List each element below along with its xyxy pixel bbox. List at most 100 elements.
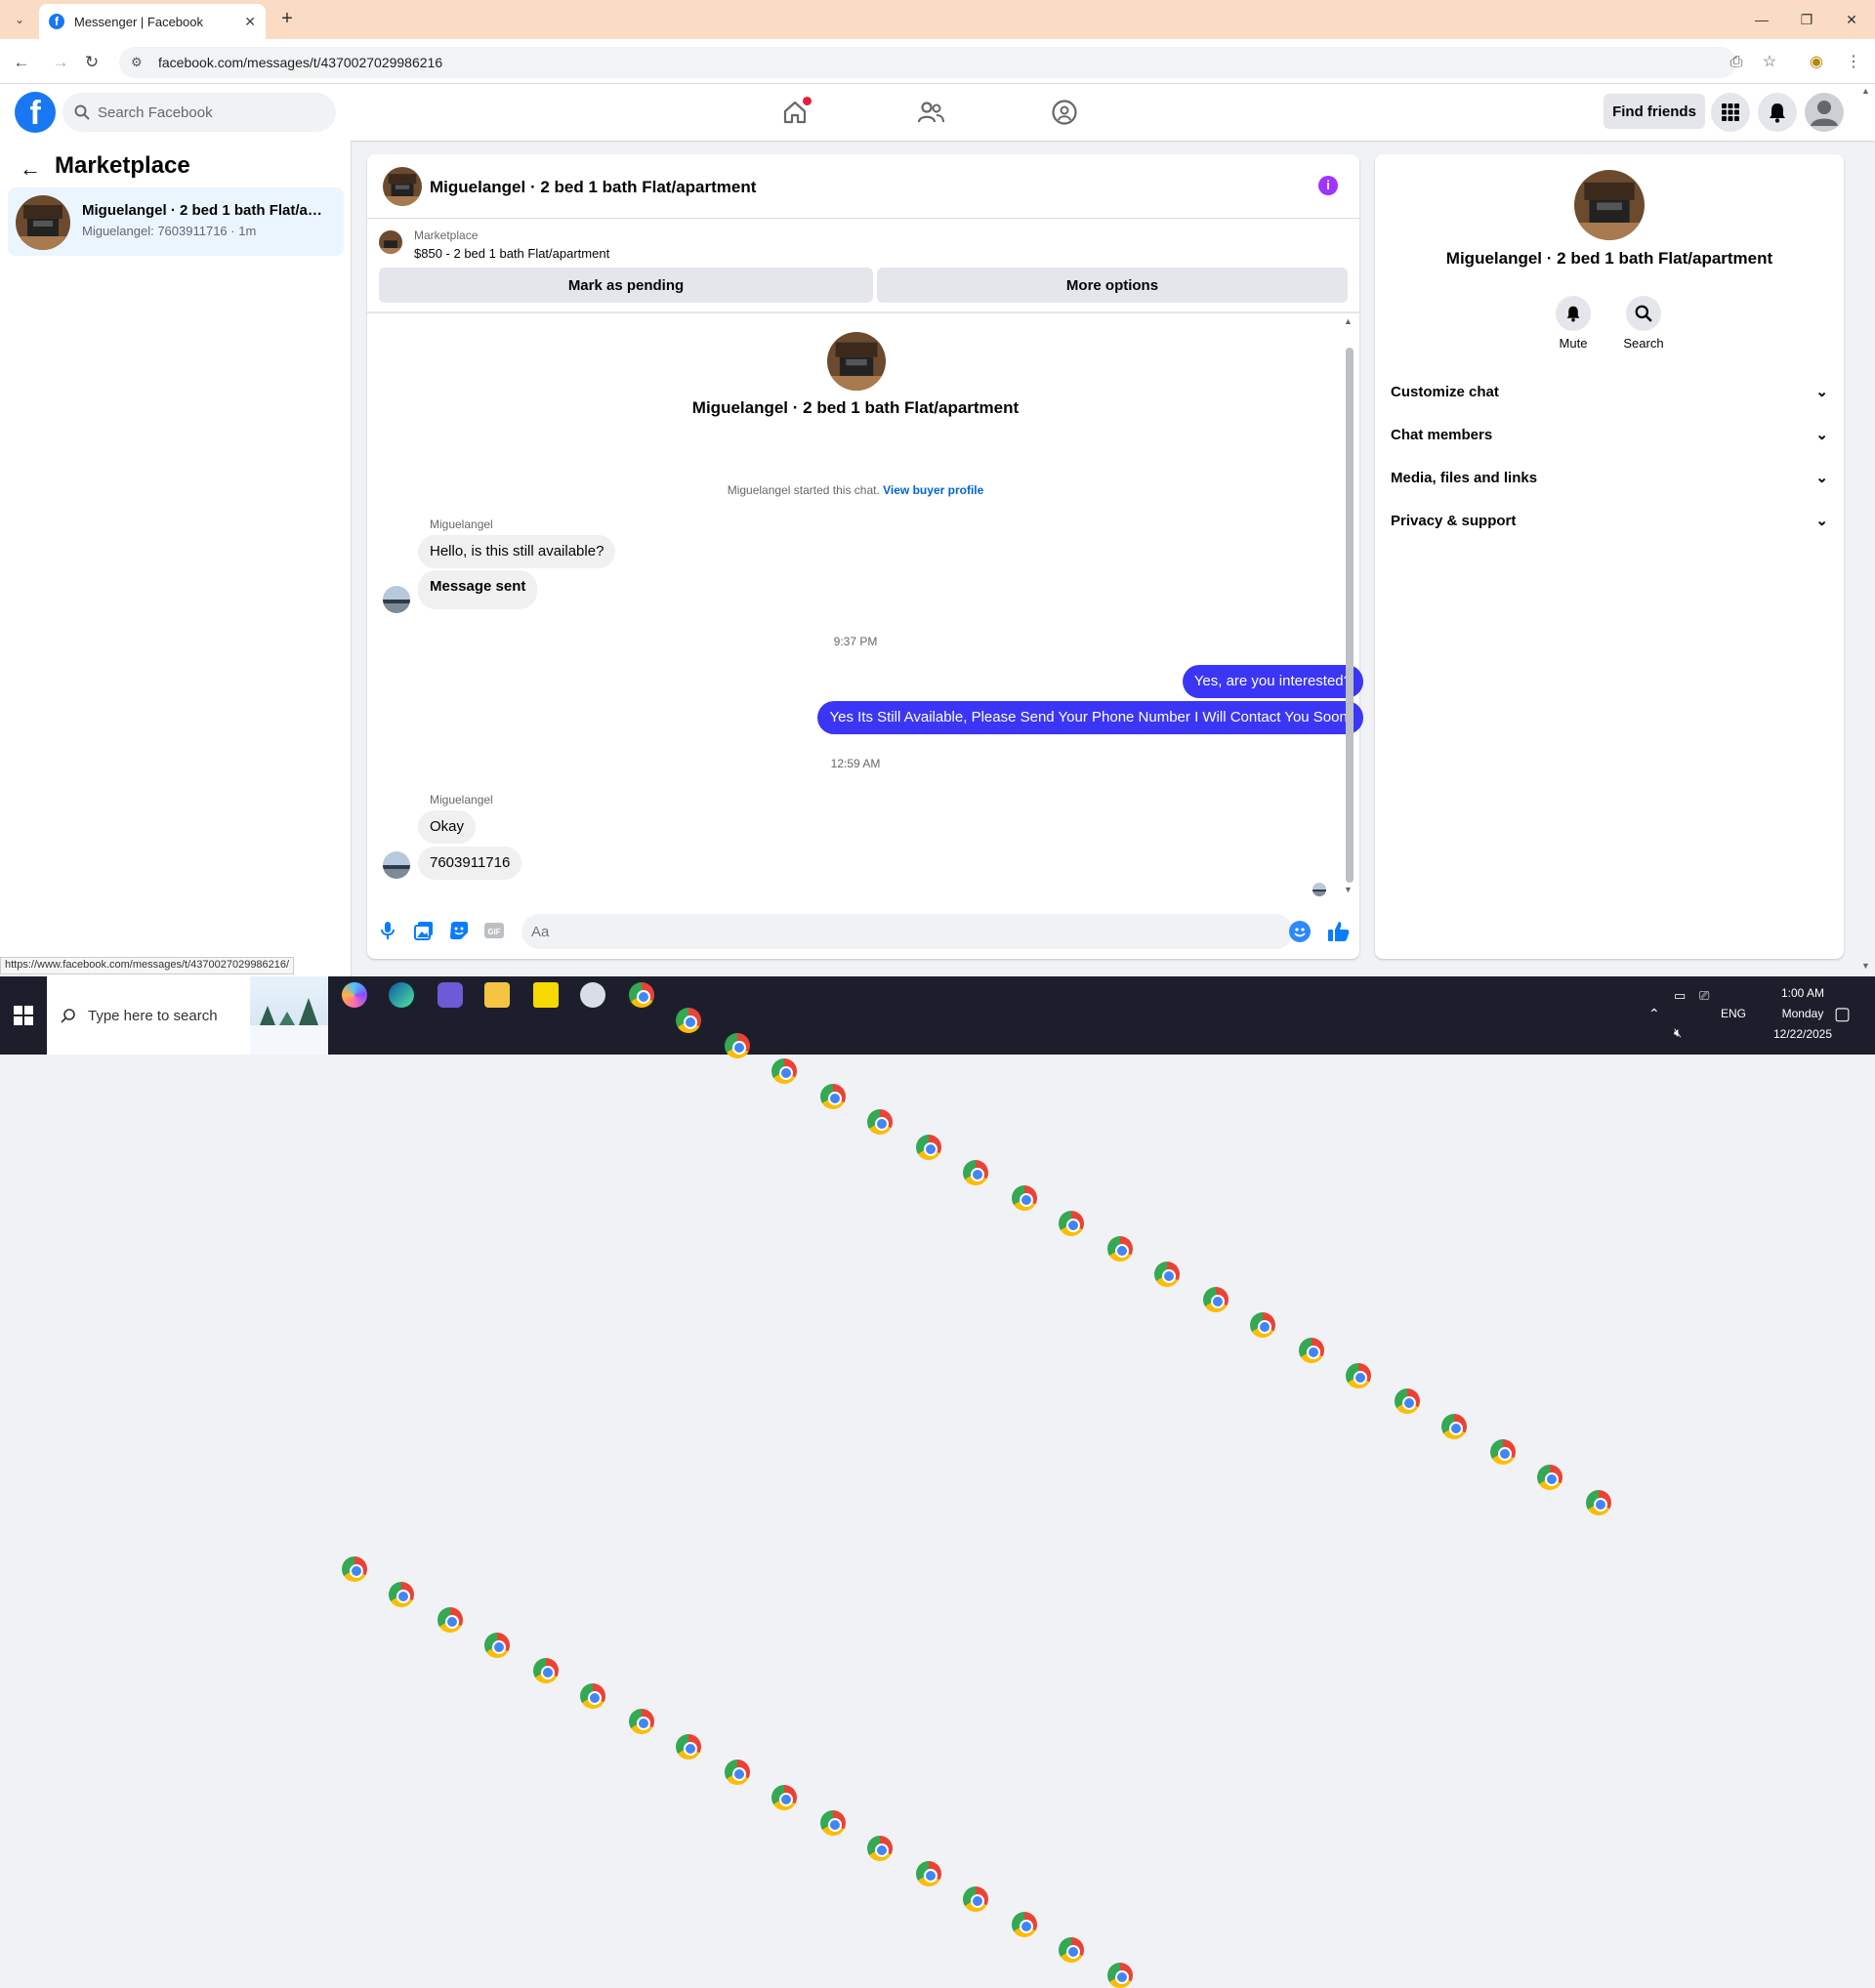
restore-icon[interactable]: ❐ [1785, 8, 1828, 31]
sticky-notes-icon[interactable] [533, 982, 559, 1008]
chrome-profile-icon[interactable] [1537, 1465, 1562, 1490]
clock-date[interactable]: 12/22/2025 [1764, 1027, 1842, 1041]
info-avatar[interactable] [1574, 170, 1645, 240]
chrome-profile-icon[interactable] [725, 1033, 750, 1058]
app-icon[interactable] [580, 982, 605, 1008]
media-files-links-section[interactable]: Media, files and links ⌄ [1391, 458, 1832, 497]
chrome-menu-icon[interactable]: ⋮ [1842, 51, 1865, 74]
app-icon[interactable] [438, 982, 463, 1008]
chrome-profile-icon[interactable] [1107, 1236, 1133, 1262]
bookmark-star-icon[interactable]: ☆ [1758, 51, 1781, 74]
clock-time[interactable]: 1:00 AM [1764, 986, 1842, 1000]
clock-day[interactable]: Monday [1764, 1007, 1842, 1020]
tab-search-chevron-icon[interactable]: ⌄ [10, 10, 29, 29]
menu-grid-icon[interactable] [1711, 93, 1750, 132]
chrome-profile-icon[interactable] [725, 1760, 750, 1785]
gif-icon[interactable]: GIF [483, 920, 505, 941]
chrome-profile-icon[interactable] [771, 1058, 797, 1084]
file-explorer-icon[interactable] [484, 982, 510, 1008]
chrome-profile-icon[interactable] [438, 1607, 463, 1633]
new-tab-icon[interactable]: + [275, 8, 299, 31]
chrome-profile-icon[interactable] [1395, 1388, 1420, 1414]
chrome-profile-icon[interactable] [1346, 1363, 1371, 1388]
chrome-profile-icon[interactable] [1154, 1262, 1180, 1287]
profile-icon[interactable]: ◉ [1805, 51, 1828, 74]
close-window-icon[interactable]: ✕ [1830, 8, 1873, 31]
back-arrow-icon[interactable]: ← [20, 156, 43, 181]
device-icon[interactable]: ⎚ [1699, 988, 1709, 1004]
chrome-profile-icon[interactable] [820, 1810, 846, 1836]
chrome-profile-icon[interactable] [389, 1582, 414, 1607]
chrome-profile-icon[interactable] [1012, 1185, 1037, 1211]
chrome-profile-icon[interactable] [533, 1658, 559, 1683]
chrome-profile-icon[interactable] [1299, 1338, 1324, 1363]
facebook-search-input[interactable]: Search Facebook [62, 93, 336, 132]
chrome-profile-icon[interactable] [484, 1633, 510, 1658]
browser-tab[interactable]: f Messenger | Facebook ✕ [39, 4, 266, 39]
sender-avatar[interactable] [383, 586, 410, 613]
info-icon[interactable]: i [1318, 176, 1338, 195]
sender-avatar[interactable] [383, 851, 410, 879]
input-language[interactable]: ENG [1721, 1007, 1746, 1020]
url-bar[interactable]: ⚙ facebook.com/messages/t/43700270299862… [119, 47, 1736, 78]
chrome-profile-icon[interactable] [580, 1683, 605, 1709]
incoming-message[interactable]: 7603911716 [418, 847, 522, 880]
page-scroll-up-icon[interactable]: ▲ [1861, 86, 1870, 96]
chrome-profile-icon[interactable] [1059, 1937, 1084, 1963]
chat-scrollbar[interactable] [1346, 348, 1354, 883]
sticker-icon[interactable] [448, 920, 470, 941]
chrome-profile-icon[interactable] [867, 1836, 893, 1861]
outgoing-message[interactable]: Yes Its Still Available, Please Send You… [817, 701, 1363, 734]
chrome-profile-icon[interactable] [629, 1709, 654, 1734]
customize-chat-section[interactable]: Customize chat ⌄ [1391, 372, 1832, 411]
outgoing-message[interactable]: Yes, are you interested? [1182, 665, 1363, 698]
chrome-profile-icon[interactable] [1441, 1414, 1467, 1439]
groups-icon[interactable] [1049, 98, 1080, 127]
chrome-profile-icon[interactable] [963, 1160, 988, 1185]
facebook-logo[interactable]: f [15, 92, 56, 133]
chrome-profile-icon[interactable] [1490, 1439, 1516, 1465]
scroll-down-arrow-icon[interactable]: ▼ [1344, 885, 1353, 894]
chrome-icon[interactable] [629, 982, 654, 1008]
reload-icon[interactable]: ↻ [80, 51, 104, 74]
taskbar-search[interactable]: Type here to search [47, 976, 328, 1055]
incoming-message[interactable]: Message sent [418, 570, 538, 609]
chat-header-avatar[interactable] [383, 167, 422, 206]
incoming-message[interactable]: Hello, is this still available? [418, 535, 616, 568]
chrome-profile-icon[interactable] [1059, 1211, 1084, 1236]
page-scroll-down-icon[interactable]: ▼ [1861, 961, 1870, 971]
find-friends-button[interactable]: Find friends [1604, 94, 1705, 129]
view-buyer-profile-link[interactable]: View buyer profile [883, 483, 983, 497]
search-conversation-button[interactable] [1626, 296, 1661, 331]
chrome-profile-icon[interactable] [1250, 1312, 1275, 1338]
chrome-profile-icon[interactable] [820, 1084, 846, 1109]
copilot-icon[interactable] [342, 982, 367, 1008]
message-input[interactable] [521, 914, 1293, 949]
notification-center-icon[interactable]: ▢ [1834, 1004, 1851, 1024]
chrome-profile-icon[interactable] [771, 1785, 797, 1810]
privacy-support-section[interactable]: Privacy & support ⌄ [1391, 501, 1832, 540]
volume-muted-icon[interactable]: 🔇︎ [1674, 1025, 1682, 1041]
notifications-bell-icon[interactable] [1758, 93, 1797, 132]
chat-header-title[interactable]: Miguelangel · 2 bed 1 bath Flat/apartmen… [430, 178, 756, 197]
forward-icon[interactable]: → [49, 51, 72, 74]
minimize-icon[interactable]: — [1740, 8, 1783, 31]
chrome-profile-icon[interactable] [963, 1886, 988, 1912]
windows-start-icon[interactable] [0, 976, 47, 1055]
network-icon[interactable]: ▭ [1674, 988, 1686, 1004]
chrome-profile-icon[interactable] [342, 1556, 367, 1582]
close-tab-icon[interactable]: ✕ [244, 14, 256, 30]
chrome-profile-icon[interactable] [676, 1008, 701, 1033]
more-options-button[interactable]: More options [877, 268, 1348, 303]
pinned-listing-text[interactable]: $850 - 2 bed 1 bath Flat/apartment [414, 246, 609, 261]
edge-icon[interactable] [389, 982, 414, 1008]
photo-icon[interactable] [413, 920, 435, 941]
incoming-message[interactable]: Okay [418, 810, 477, 844]
chrome-profile-icon[interactable] [916, 1861, 941, 1886]
thumbs-up-icon[interactable] [1326, 919, 1352, 944]
friends-icon[interactable] [915, 98, 946, 127]
chrome-profile-icon[interactable] [1203, 1287, 1229, 1312]
chrome-profile-icon[interactable] [1107, 1963, 1133, 1988]
microphone-icon[interactable] [377, 920, 398, 941]
chrome-profile-icon[interactable] [867, 1109, 893, 1135]
